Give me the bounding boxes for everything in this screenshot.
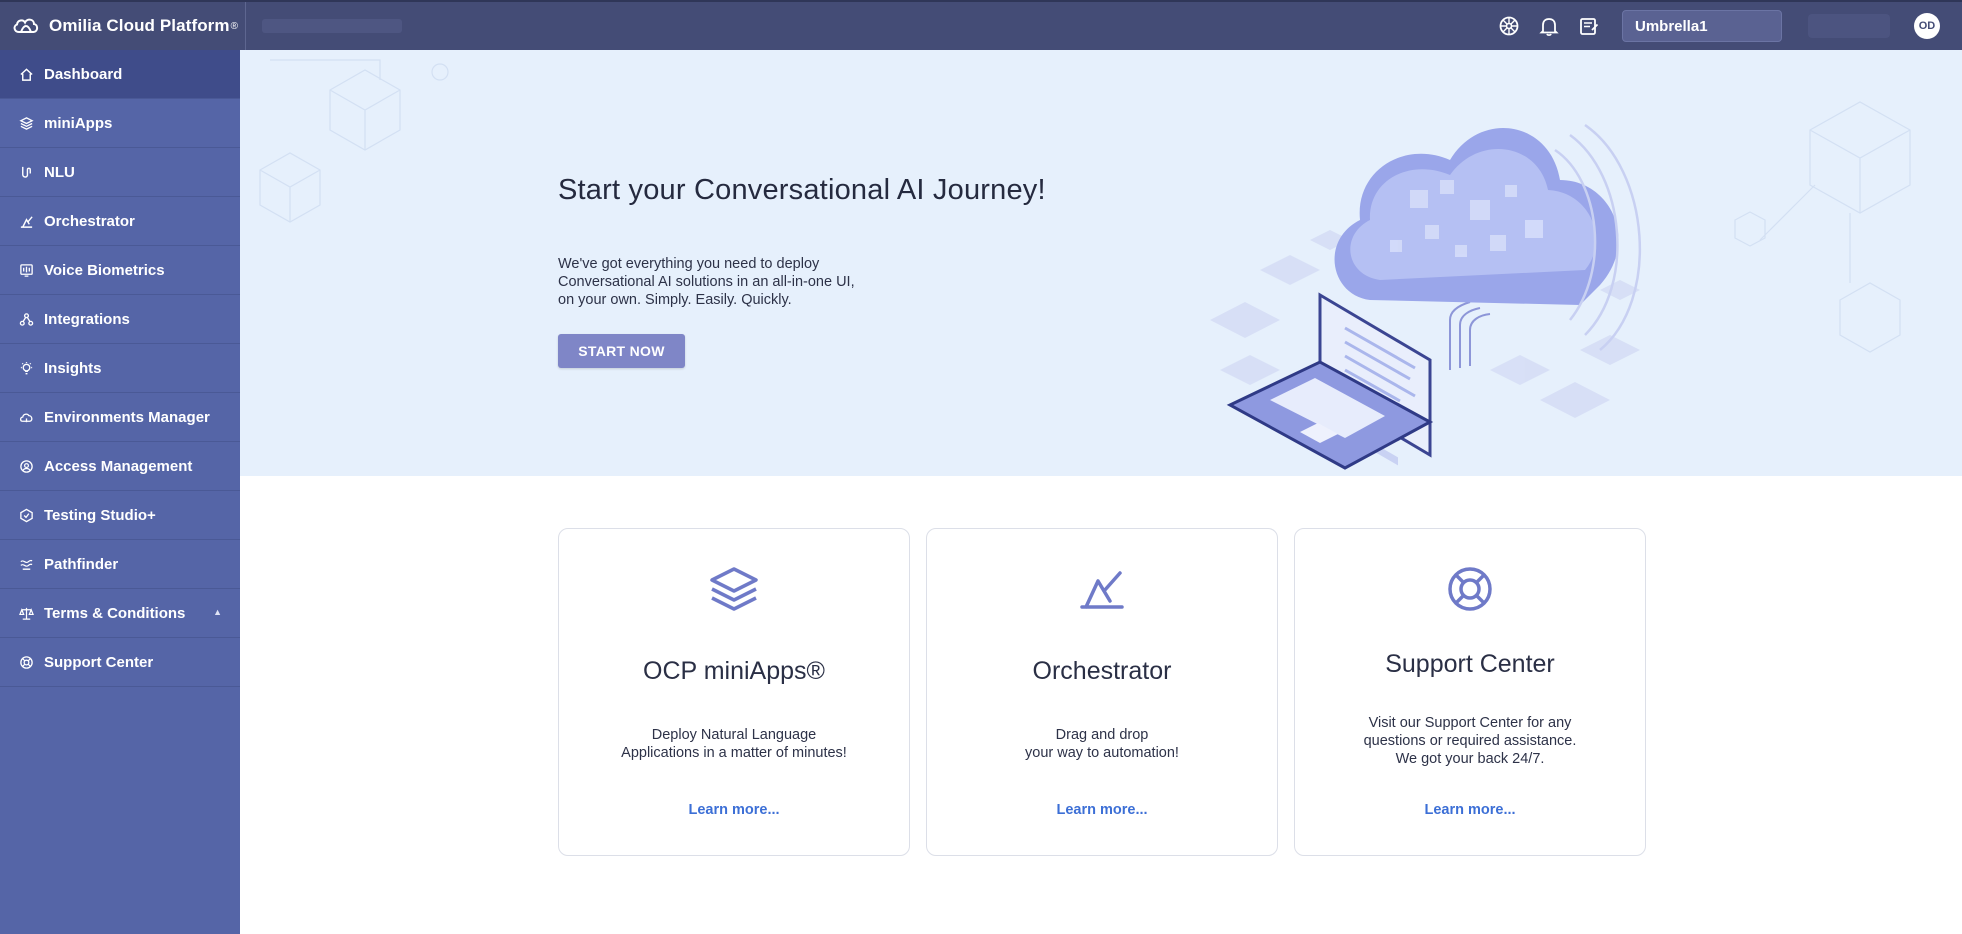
sidebar-item-insights[interactable]: Insights	[0, 344, 240, 393]
home-icon	[18, 66, 34, 82]
integrations-icon	[18, 311, 34, 327]
testing-icon	[18, 507, 34, 523]
avatar[interactable]: OD	[1914, 13, 1940, 39]
sidebar-item-access-management[interactable]: Access Management	[0, 442, 240, 491]
sidebar-item-label: Voice Biometrics	[44, 261, 165, 279]
notes-icon[interactable]	[1576, 13, 1602, 39]
lifebuoy-icon	[18, 654, 34, 670]
sidebar-item-orchestrator[interactable]: Orchestrator	[0, 197, 240, 246]
orchestrator-icon	[927, 563, 1277, 615]
sidebar-item-environments-manager[interactable]: Environments Manager	[0, 393, 240, 442]
hero-description-line: Conversational AI solutions in an all-in…	[558, 274, 855, 290]
orchestrator-card: Orchestrator Drag and drop your way to a…	[926, 528, 1278, 856]
learn-more-link[interactable]: Learn more...	[927, 802, 1277, 818]
orchestrator-icon	[18, 213, 34, 229]
sidebar-item-label: Orchestrator	[44, 212, 135, 230]
chevron-up-icon[interactable]: ▲	[213, 607, 222, 617]
lifebuoy-icon	[1295, 563, 1645, 615]
sidebar-item-support-center[interactable]: Support Center	[0, 638, 240, 687]
layers-icon	[559, 563, 909, 615]
sidebar-item-label: Integrations	[44, 310, 130, 328]
breadcrumb	[262, 19, 402, 33]
card-description-line: Deploy Natural Language	[651, 727, 817, 743]
nlu-icon	[18, 164, 34, 180]
card-title: Orchestrator	[1032, 657, 1172, 685]
sidebar-item-label: Access Management	[44, 457, 193, 475]
settings-wheel-icon[interactable]	[1496, 13, 1522, 39]
sidebar-item-testing-studio[interactable]: Testing Studio+	[0, 491, 240, 540]
sidebar-item-label: Insights	[44, 359, 102, 377]
lightbulb-icon	[18, 360, 34, 376]
bell-icon[interactable]	[1536, 13, 1562, 39]
sidebar-item-label: Support Center	[44, 653, 154, 671]
hero-banner: Start your Conversational AI Journey! We…	[240, 50, 1962, 476]
cloud-laptop-illustration	[1210, 123, 1642, 470]
sidebar-item-label: Terms & Conditions	[44, 604, 186, 622]
card-description-line: your way to automation!	[1025, 745, 1179, 761]
scales-icon	[18, 605, 34, 621]
cloud-icon	[18, 409, 34, 425]
hero-title: Start your Conversational AI Journey!	[558, 174, 1046, 206]
environment-select[interactable]: Umbrella1	[1622, 10, 1782, 42]
sidebar-item-label: NLU	[44, 163, 75, 181]
hero-description: We've got everything you need to deploy …	[558, 255, 898, 309]
brand-registered-mark: ®	[230, 20, 238, 32]
voice-biometrics-icon	[18, 262, 34, 278]
card-description: Drag and drop your way to automation!	[947, 726, 1257, 762]
card-title: OCP miniApps®	[643, 657, 825, 685]
cloud-logo-icon	[13, 18, 39, 33]
sidebar-item-voice-biometrics[interactable]: Voice Biometrics	[0, 246, 240, 295]
sidebar-item-pathfinder[interactable]: Pathfinder	[0, 540, 240, 589]
card-description-line: We got your back 24/7.	[1395, 751, 1545, 767]
user-name[interactable]	[1808, 14, 1890, 38]
card-description: Visit our Support Center for any questio…	[1315, 714, 1625, 768]
sidebar: Dashboard miniApps NLU Orchestrator Voic…	[0, 50, 240, 934]
top-bar-actions: Umbrella1 OD	[1496, 2, 1962, 50]
sidebar-item-label: Pathfinder	[44, 555, 119, 573]
pathfinder-icon	[18, 556, 34, 572]
sidebar-item-dashboard[interactable]: Dashboard	[0, 50, 240, 99]
sidebar-item-nlu[interactable]: NLU	[0, 148, 240, 197]
brand[interactable]: Omilia Cloud Platform ®	[0, 2, 246, 50]
card-title: Support Center	[1385, 650, 1555, 678]
card-description-line: Applications in a matter of minutes!	[621, 745, 847, 761]
top-bar: Omilia Cloud Platform ® Umbrella1 OD	[0, 0, 1962, 50]
hero-description-line: on your own. Simply. Easily. Quickly.	[558, 292, 792, 308]
sidebar-item-label: Environments Manager	[44, 408, 210, 426]
sidebar-item-integrations[interactable]: Integrations	[0, 295, 240, 344]
card-description-line: questions or required assistance.	[1363, 733, 1577, 749]
sidebar-item-terms-conditions[interactable]: Terms & Conditions ▲	[0, 589, 240, 638]
card-description-line: Visit our Support Center for any	[1368, 715, 1572, 731]
card-description: Deploy Natural Language Applications in …	[579, 726, 889, 762]
sidebar-item-label: Dashboard	[44, 65, 123, 83]
layers-icon	[18, 115, 34, 131]
card-description-line: Drag and drop	[1055, 727, 1149, 743]
sidebar-item-label: miniApps	[44, 114, 113, 132]
support-center-card: Support Center Visit our Support Center …	[1294, 528, 1646, 856]
sidebar-item-label: Testing Studio+	[44, 506, 156, 524]
start-now-button[interactable]: START NOW	[558, 334, 685, 368]
miniapps-card: OCP miniApps® Deploy Natural Language Ap…	[558, 528, 910, 856]
learn-more-link[interactable]: Learn more...	[1295, 802, 1645, 818]
hero-description-line: We've got everything you need to deploy	[558, 256, 820, 272]
sidebar-item-miniapps[interactable]: miniApps	[0, 99, 240, 148]
learn-more-link[interactable]: Learn more...	[559, 802, 909, 818]
brand-name: Omilia Cloud Platform	[49, 16, 230, 35]
access-icon	[18, 458, 34, 474]
